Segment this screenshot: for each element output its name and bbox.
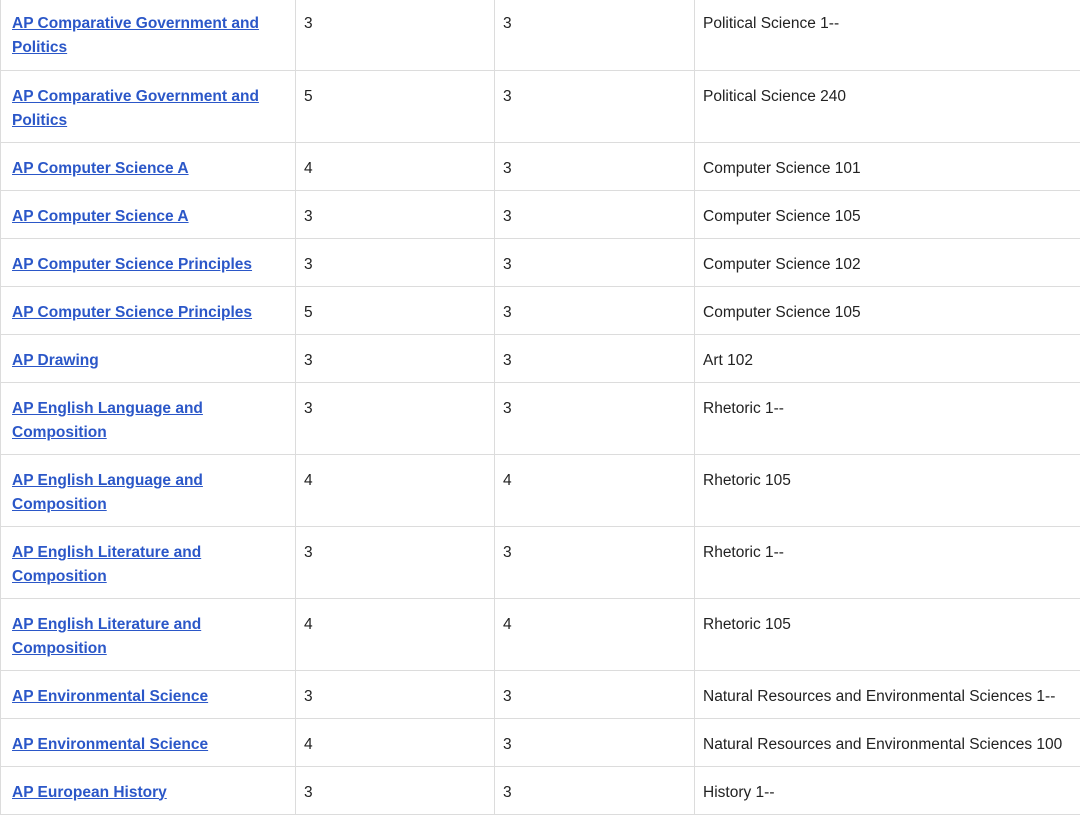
exam-link[interactable]: AP Comparative Government and Politics: [12, 15, 259, 56]
table-row: AP Computer Science Principles 3 3 Compu…: [0, 238, 1080, 287]
exam-cell: AP English Literature and Composition: [0, 526, 296, 599]
exam-cell: AP Comparative Government and Politics: [0, 70, 296, 143]
exam-link[interactable]: AP Drawing: [12, 352, 99, 369]
table-row: AP Drawing 3 3 Art 102: [0, 334, 1080, 383]
hours-cell: 3: [494, 718, 695, 767]
table-row: AP Computer Science A 3 3 Computer Scien…: [0, 190, 1080, 239]
course-cell: Natural Resources and Environmental Scie…: [694, 718, 1080, 767]
course-cell: Computer Science 105: [694, 286, 1080, 335]
exam-cell: AP European History: [0, 766, 296, 815]
exam-link[interactable]: AP English Literature and Composition: [12, 616, 201, 657]
course-cell: Computer Science 102: [694, 238, 1080, 287]
hours-cell: 3: [494, 238, 695, 287]
course-cell: Political Science 240: [694, 70, 1080, 143]
exam-cell: AP Comparative Government and Politics: [0, 0, 296, 71]
exam-link[interactable]: AP English Language and Composition: [12, 472, 203, 513]
score-cell: 3: [295, 382, 495, 455]
hours-cell: 3: [494, 286, 695, 335]
table-row: AP Computer Science Principles 5 3 Compu…: [0, 286, 1080, 335]
exam-link[interactable]: AP Environmental Science: [12, 736, 208, 753]
hours-cell: 4: [494, 598, 695, 671]
table-row: AP Computer Science A 4 3 Computer Scien…: [0, 142, 1080, 191]
course-cell: Natural Resources and Environmental Scie…: [694, 670, 1080, 719]
table-row: AP English Literature and Composition 3 …: [0, 526, 1080, 599]
hours-cell: 4: [494, 454, 695, 527]
exam-cell: AP Drawing: [0, 334, 296, 383]
exam-link[interactable]: AP Computer Science A: [12, 160, 189, 177]
exam-cell: AP English Language and Composition: [0, 454, 296, 527]
exam-link[interactable]: AP Comparative Government and Politics: [12, 88, 259, 129]
course-cell: Rhetoric 105: [694, 454, 1080, 527]
hours-cell: 3: [494, 142, 695, 191]
score-cell: 3: [295, 766, 495, 815]
hours-cell: 3: [494, 766, 695, 815]
hours-cell: 3: [494, 526, 695, 599]
hours-cell: 3: [494, 670, 695, 719]
course-cell: Rhetoric 1--: [694, 526, 1080, 599]
exam-cell: AP Environmental Science: [0, 718, 296, 767]
score-cell: 3: [295, 670, 495, 719]
exam-link[interactable]: AP Environmental Science: [12, 688, 208, 705]
score-cell: 5: [295, 286, 495, 335]
exam-link[interactable]: AP European History: [12, 784, 167, 801]
table-row: AP English Language and Composition 3 3 …: [0, 382, 1080, 455]
table-row: AP English Language and Composition 4 4 …: [0, 454, 1080, 527]
score-cell: 3: [295, 0, 495, 71]
table-row: AP Environmental Science 3 3 Natural Res…: [0, 670, 1080, 719]
table-row: AP Environmental Science 4 3 Natural Res…: [0, 718, 1080, 767]
course-cell: Computer Science 105: [694, 190, 1080, 239]
table-row: AP English Literature and Composition 4 …: [0, 598, 1080, 671]
exam-cell: AP Environmental Science: [0, 670, 296, 719]
exam-link[interactable]: AP English Language and Composition: [12, 400, 203, 441]
table-row: AP Comparative Government and Politics 3…: [0, 0, 1080, 71]
score-cell: 3: [295, 334, 495, 383]
score-cell: 4: [295, 718, 495, 767]
course-cell: Rhetoric 105: [694, 598, 1080, 671]
score-cell: 4: [295, 454, 495, 527]
course-cell: Political Science 1--: [694, 0, 1080, 71]
hours-cell: 3: [494, 334, 695, 383]
exam-link[interactable]: AP Computer Science Principles: [12, 256, 252, 273]
exam-link[interactable]: AP English Literature and Composition: [12, 544, 201, 585]
exam-cell: AP English Literature and Composition: [0, 598, 296, 671]
score-cell: 4: [295, 598, 495, 671]
score-cell: 5: [295, 70, 495, 143]
exam-link[interactable]: AP Computer Science Principles: [12, 304, 252, 321]
hours-cell: 3: [494, 0, 695, 71]
exam-cell: AP Computer Science A: [0, 190, 296, 239]
exam-link[interactable]: AP Computer Science A: [12, 208, 189, 225]
hours-cell: 3: [494, 190, 695, 239]
exam-credit-table: AP Comparative Government and Politics 3…: [0, 0, 1080, 815]
score-cell: 4: [295, 142, 495, 191]
course-cell: Rhetoric 1--: [694, 382, 1080, 455]
course-cell: Computer Science 101: [694, 142, 1080, 191]
table-row: AP European History 3 3 History 1--: [0, 766, 1080, 815]
exam-cell: AP English Language and Composition: [0, 382, 296, 455]
exam-cell: AP Computer Science Principles: [0, 286, 296, 335]
course-cell: History 1--: [694, 766, 1080, 815]
exam-cell: AP Computer Science A: [0, 142, 296, 191]
exam-cell: AP Computer Science Principles: [0, 238, 296, 287]
score-cell: 3: [295, 238, 495, 287]
score-cell: 3: [295, 190, 495, 239]
hours-cell: 3: [494, 382, 695, 455]
course-cell: Art 102: [694, 334, 1080, 383]
hours-cell: 3: [494, 70, 695, 143]
score-cell: 3: [295, 526, 495, 599]
table-row: AP Comparative Government and Politics 5…: [0, 70, 1080, 143]
